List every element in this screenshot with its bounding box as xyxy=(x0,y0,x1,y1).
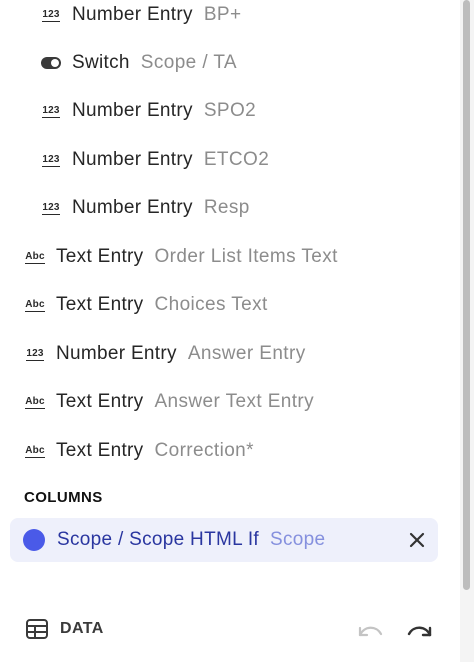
field-item-correction[interactable]: Abc Text Entry Correction* xyxy=(24,433,254,469)
toggle-icon xyxy=(40,57,62,69)
field-type: Number Entry xyxy=(72,100,193,121)
field-type: Number Entry xyxy=(72,197,193,218)
field-label: Answer Text Entry xyxy=(154,391,315,412)
text-icon: Abc xyxy=(25,444,45,458)
columns-section-title: COLUMNS xyxy=(24,489,103,506)
field-item-bp[interactable]: 123 Number Entry BP+ xyxy=(40,0,241,33)
field-type: Text Entry xyxy=(56,294,144,315)
field-label: ETCO2 xyxy=(203,149,270,170)
column-chip[interactable]: Scope / Scope HTML If Scope xyxy=(10,518,438,562)
field-item-answer-entry[interactable]: 123 Number Entry Answer Entry xyxy=(24,336,306,372)
number-icon: 123 xyxy=(26,347,44,361)
number-icon: 123 xyxy=(42,153,60,167)
redo-icon[interactable] xyxy=(406,620,434,642)
field-label: Correction* xyxy=(154,440,254,461)
field-type: Text Entry xyxy=(56,246,144,267)
data-label: DATA xyxy=(60,620,104,637)
number-icon: 123 xyxy=(42,104,60,118)
text-icon: Abc xyxy=(25,395,45,409)
field-type: Text Entry xyxy=(56,391,144,412)
text-icon: Abc xyxy=(25,298,45,312)
data-button[interactable]: DATA xyxy=(25,618,104,640)
field-label: Answer Entry xyxy=(187,343,306,364)
field-label: Choices Text xyxy=(154,294,268,315)
field-label: Order List Items Text xyxy=(154,246,338,267)
field-item-scope-ta[interactable]: Switch Scope / TA xyxy=(40,45,237,81)
table-icon xyxy=(26,619,48,639)
column-sub-label: Scope xyxy=(270,529,326,550)
field-type: Text Entry xyxy=(56,440,144,461)
field-label: SPO2 xyxy=(203,100,257,121)
field-item-order-list[interactable]: Abc Text Entry Order List Items Text xyxy=(24,239,338,275)
scrollbar-thumb[interactable] xyxy=(463,0,470,590)
field-item-answer-text[interactable]: Abc Text Entry Answer Text Entry xyxy=(24,384,314,420)
undo-icon[interactable] xyxy=(356,620,384,642)
text-icon: Abc xyxy=(25,250,45,264)
field-type: Switch xyxy=(72,52,130,73)
field-type: Number Entry xyxy=(72,4,193,25)
field-item-resp[interactable]: 123 Number Entry Resp xyxy=(40,190,250,226)
field-type: Number Entry xyxy=(72,149,193,170)
close-icon[interactable] xyxy=(406,529,428,551)
field-item-etco2[interactable]: 123 Number Entry ETCO2 xyxy=(40,142,269,178)
color-dot-icon xyxy=(23,529,45,551)
field-label: BP+ xyxy=(203,4,242,25)
number-icon: 123 xyxy=(42,8,60,22)
column-name: Scope / Scope HTML If xyxy=(57,529,260,550)
field-item-choices[interactable]: Abc Text Entry Choices Text xyxy=(24,287,268,323)
field-item-spo2[interactable]: 123 Number Entry SPO2 xyxy=(40,93,256,129)
field-type: Number Entry xyxy=(56,343,177,364)
number-icon: 123 xyxy=(42,201,60,215)
field-label: Scope / TA xyxy=(140,52,238,73)
fields-panel: 123 Number Entry BP+ Switch Scope / TA 1… xyxy=(0,0,474,662)
field-label: Resp xyxy=(203,197,250,218)
scrollbar-track[interactable] xyxy=(460,0,474,662)
